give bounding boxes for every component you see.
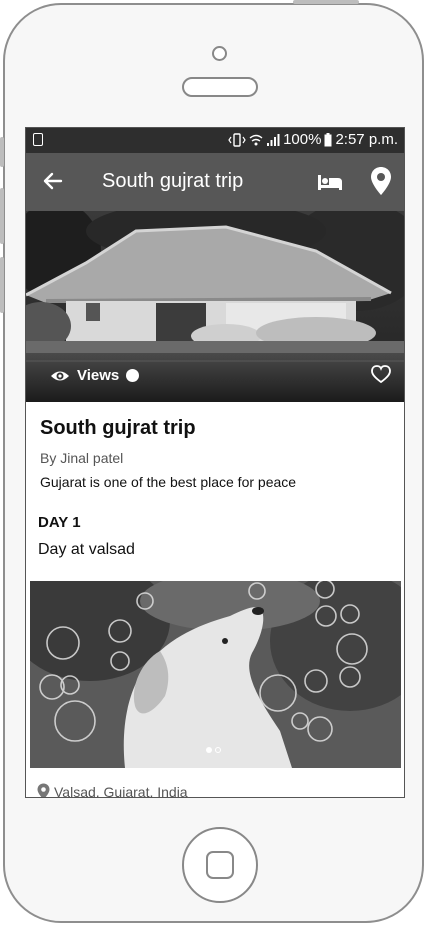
wifi-icon [249,134,263,145]
views-counter[interactable]: Views [50,367,140,384]
day-title: Day at valsad [38,541,135,558]
pager-dot-active[interactable] [206,747,212,753]
volume-down-button [0,257,4,313]
status-bar: 100% 2:57 p.m. [26,128,404,153]
notification-icon [33,133,43,146]
hero-image[interactable]: Views [26,211,404,402]
views-dot [126,369,140,382]
trip-author: By Jinal patel [40,450,124,466]
map-pin-icon[interactable] [369,166,393,196]
app-bar-title: South gujrat trip [102,170,244,192]
eye-icon [51,371,69,380]
silent-switch [0,137,4,167]
day-label: DAY 1 [38,514,81,531]
location-text: Valsad, Gujarat, India [54,783,188,798]
app-bar: South gujrat trip [26,153,404,211]
power-button [293,0,359,4]
status-time: 2:57 p.m. [335,131,398,148]
earpiece-speaker [182,77,258,97]
pager-dot-inactive[interactable] [215,747,221,753]
signal-icon [267,133,280,146]
battery-percent: 100% [283,131,322,148]
vibrate-icon [228,132,246,147]
back-arrow-icon[interactable] [39,167,67,195]
trip-description: Gujarat is one of the best place for pea… [40,474,297,490]
trip-title: South gujrat trip [40,417,196,439]
hotel-bed-icon[interactable] [316,168,344,196]
home-button[interactable] [182,827,258,903]
trip-location[interactable]: Valsad, Gujarat, India [37,783,188,798]
views-label: Views [77,367,120,384]
dog-bubbles-photo [30,581,401,768]
day-photo-gallery[interactable] [30,581,401,768]
battery-icon [324,132,332,146]
app-screen: 100% 2:57 p.m. South gujrat trip Views S… [25,127,405,798]
volume-up-button [0,188,4,244]
front-camera [212,46,227,61]
gallery-pager [206,747,221,753]
heart-icon[interactable] [370,363,392,385]
location-pin-icon [37,783,50,797]
